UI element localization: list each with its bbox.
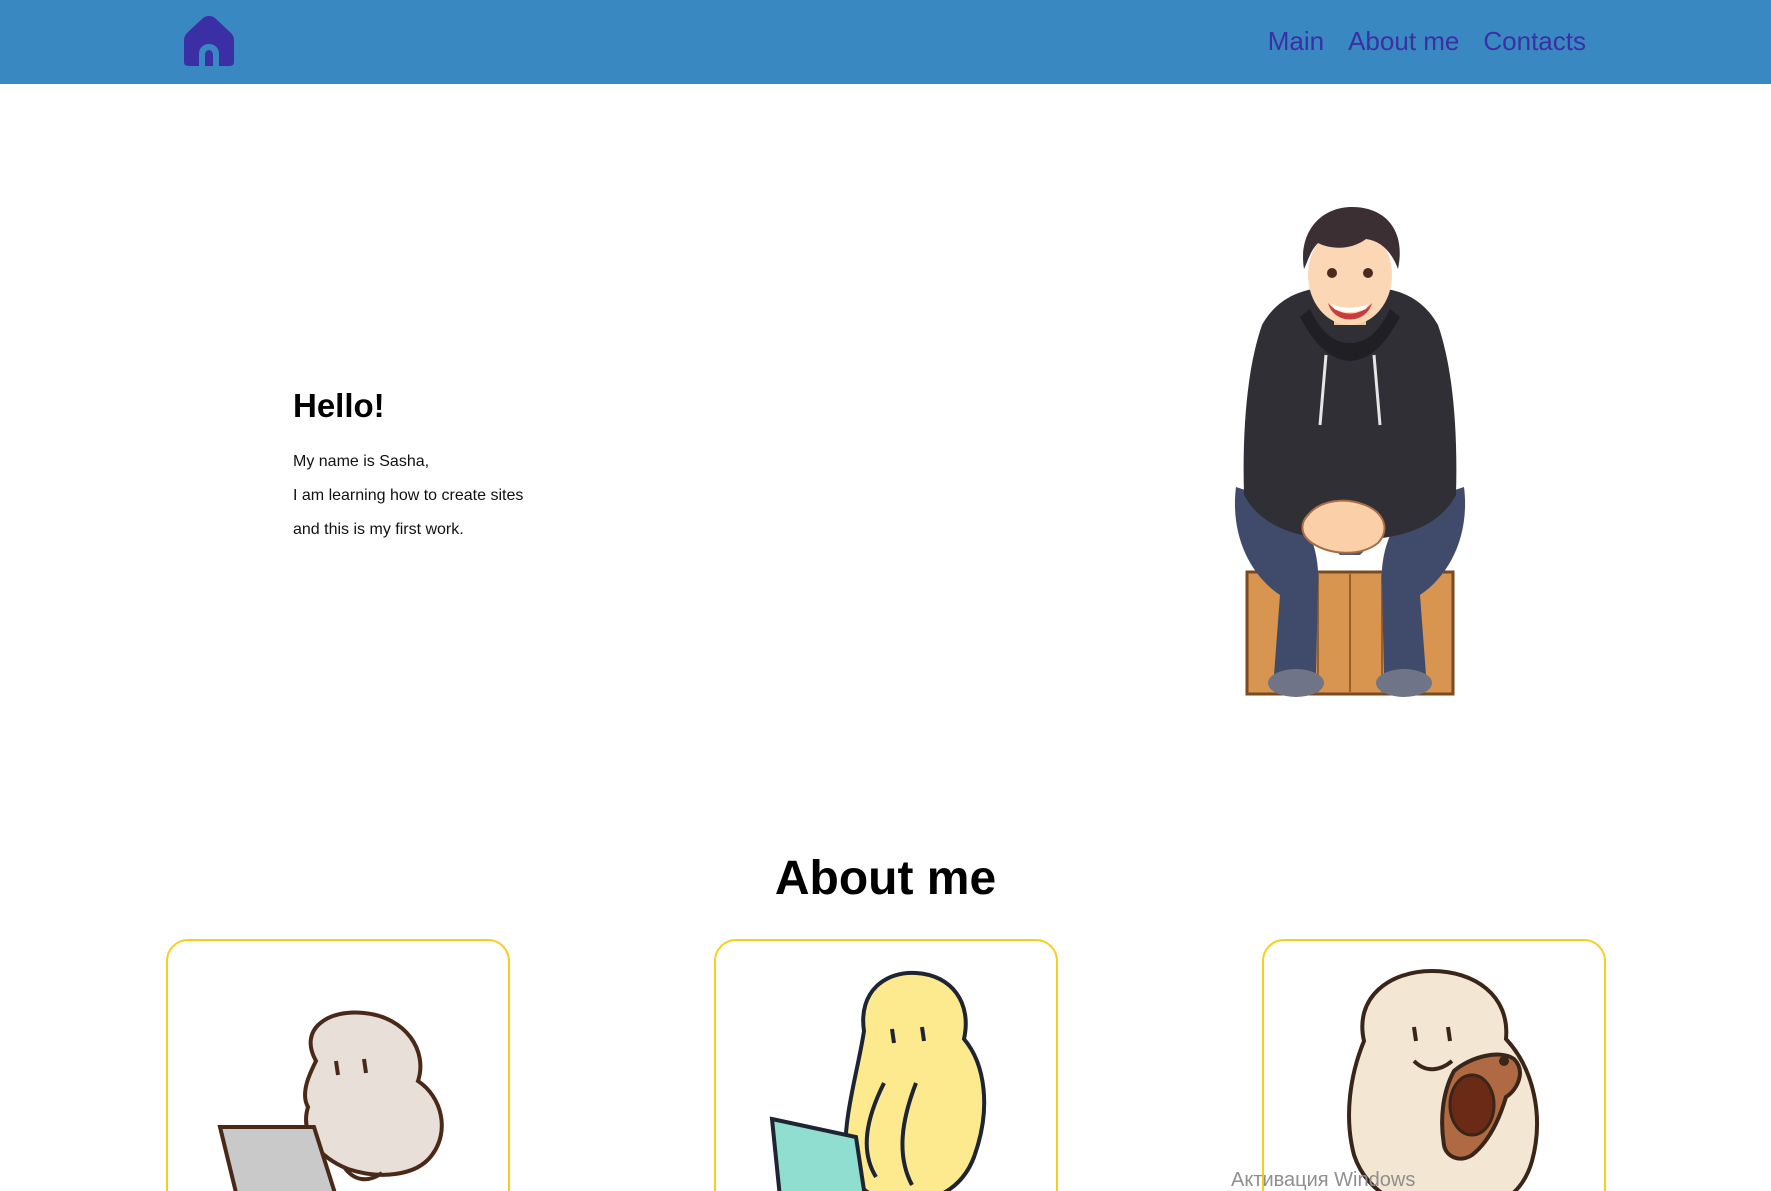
person-laptop-icon bbox=[217, 1010, 444, 1191]
windows-activation-watermark: Активация Windows bbox=[1231, 1169, 1416, 1191]
about-section-title: About me bbox=[774, 852, 997, 905]
top-navbar: Main About me Contacts bbox=[0, 0, 1771, 84]
home-icon[interactable] bbox=[182, 14, 236, 68]
hero-line-2: I am learning how to create sites bbox=[293, 487, 524, 504]
hero-line-3: and this is my first work. bbox=[293, 521, 464, 538]
hero-title: Hello! bbox=[293, 387, 385, 424]
person-hugging-dog-icon bbox=[1347, 968, 1539, 1191]
about-card-1 bbox=[166, 939, 510, 1191]
hero-intro: Hello! My name is Sasha, I am learning h… bbox=[293, 383, 653, 547]
nav-link-main[interactable]: Main bbox=[1268, 24, 1324, 58]
about-card-3 bbox=[1262, 939, 1606, 1191]
main-nav: Main About me Contacts bbox=[1268, 24, 1586, 58]
about-card-2 bbox=[714, 939, 1058, 1191]
sitting-boy-illustration bbox=[1234, 207, 1466, 697]
hero-line-1: My name is Sasha, bbox=[293, 453, 430, 470]
nav-link-about-me[interactable]: About me bbox=[1348, 24, 1459, 58]
nav-link-contacts[interactable]: Contacts bbox=[1483, 24, 1586, 58]
yellow-person-laptop-icon bbox=[769, 970, 987, 1191]
